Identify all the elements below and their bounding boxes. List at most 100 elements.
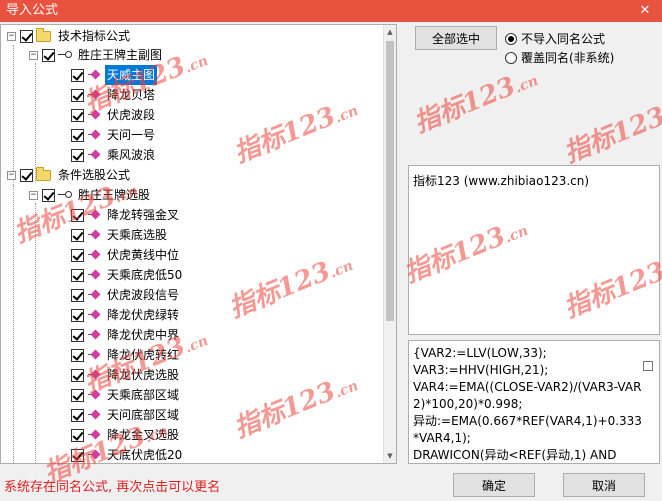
- tree-subgroup-label: 胜庄王牌选股: [78, 188, 151, 202]
- title-bar: 导入公式 ✕: [0, 0, 662, 22]
- tree-item[interactable]: 降龙转强金叉: [71, 205, 181, 225]
- item-checkbox[interactable]: [71, 128, 84, 142]
- description-text: 指标123 (www.zhibiao123.cn): [413, 174, 590, 188]
- tree-item[interactable]: 降龙伏虎选股: [71, 365, 181, 385]
- radio-overwrite-same-name[interactable]: [505, 51, 517, 64]
- tree-group-label: 技术指标公式: [58, 29, 131, 43]
- formula-tree[interactable]: − 技术指标公式 − 胜庄王牌主副图 天威主图 降龙贝塔 伏虎波段 天问一号 乘…: [0, 24, 397, 464]
- key-icon: [58, 190, 72, 200]
- folder-icon: [36, 27, 51, 42]
- tree-item[interactable]: 伏虎黄线中位: [71, 245, 181, 265]
- tree-item[interactable]: 乘风波浪: [71, 145, 157, 165]
- item-checkbox[interactable]: [71, 288, 84, 302]
- select-all-button[interactable]: 全部选中: [415, 26, 497, 50]
- formula-icon: [87, 309, 101, 321]
- scroll-thumb[interactable]: [386, 41, 394, 321]
- item-checkbox[interactable]: [71, 88, 84, 102]
- tree-item[interactable]: 降龙金叉选股: [71, 425, 181, 445]
- item-checkbox[interactable]: [71, 268, 84, 282]
- collapse-toggle-icon[interactable]: −: [29, 190, 38, 200]
- description-box: 指标123 (www.zhibiao123.cn): [408, 165, 660, 335]
- item-checkbox[interactable]: [71, 368, 84, 382]
- formula-icon: [87, 269, 101, 281]
- item-checkbox[interactable]: [71, 388, 84, 402]
- tree-connector: [13, 45, 14, 185]
- item-checkbox[interactable]: [71, 208, 84, 222]
- formula-icon: [87, 449, 101, 461]
- tree-item-label: 降龙伏虎转红: [107, 348, 180, 362]
- item-checkbox[interactable]: [71, 328, 84, 342]
- tree-item[interactable]: 伏虎波段信号: [71, 285, 181, 305]
- tree-item[interactable]: 天威主图: [71, 65, 158, 85]
- scroll-down-icon[interactable]: ▼: [384, 449, 396, 463]
- tree-item[interactable]: 天乘底虎低50: [71, 265, 184, 285]
- item-checkbox[interactable]: [71, 148, 84, 162]
- formula-code-box[interactable]: {VAR2:=LLV(LOW,33); VAR3:=HHV(HIGH,21); …: [408, 340, 660, 464]
- close-icon: ✕: [639, 3, 651, 18]
- collapse-toggle-icon[interactable]: −: [7, 170, 16, 180]
- formula-icon: [87, 89, 101, 101]
- item-checkbox[interactable]: [71, 448, 84, 462]
- tree-group-screening[interactable]: − 条件选股公式: [7, 165, 132, 185]
- item-checkbox[interactable]: [71, 408, 84, 422]
- option-skip-same-name[interactable]: 不导入同名公式: [505, 30, 605, 47]
- folder-icon: [36, 166, 51, 181]
- formula-icon: [87, 389, 101, 401]
- window-title: 导入公式: [6, 3, 59, 18]
- tree-item-label: 天底伏虎低20: [107, 448, 183, 462]
- item-checkbox[interactable]: [71, 68, 84, 82]
- ok-button[interactable]: 确定: [453, 473, 535, 497]
- tree-item-label: 降龙金叉选股: [107, 428, 180, 442]
- formula-icon: [87, 249, 101, 261]
- subgroup-checkbox[interactable]: [42, 188, 55, 202]
- tree-item[interactable]: 降龙贝塔: [71, 85, 157, 105]
- cancel-button[interactable]: 取消: [563, 473, 645, 497]
- tree-item[interactable]: 天乘底部区域: [71, 385, 181, 405]
- tree-item-label: 天问底部区域: [107, 408, 180, 422]
- tree-item[interactable]: 伏虎波段: [71, 105, 157, 125]
- tree-item-label: 降龙伏虎选股: [107, 368, 180, 382]
- tree-item-label: 降龙伏虎中界: [107, 328, 180, 342]
- tree-item[interactable]: 降龙伏虎绿转: [71, 305, 181, 325]
- tree-subgroup-main-chart[interactable]: − 胜庄王牌主副图: [29, 45, 164, 65]
- formula-icon: [87, 109, 101, 121]
- formula-icon: [87, 349, 101, 361]
- item-checkbox[interactable]: [71, 248, 84, 262]
- tree-item[interactable]: 天问一号: [71, 125, 157, 145]
- code-scroll-indicator[interactable]: [643, 361, 653, 371]
- tree-item-label: 降龙伏虎绿转: [107, 308, 180, 322]
- tree-item[interactable]: 降龙伏虎中界: [71, 325, 181, 345]
- formula-icon: [87, 229, 101, 241]
- tree-item[interactable]: 天问底部区域: [71, 405, 181, 425]
- option-label: 覆盖同名(非系统): [521, 51, 615, 65]
- item-checkbox[interactable]: [71, 308, 84, 322]
- collapse-toggle-icon[interactable]: −: [29, 50, 38, 60]
- tree-item[interactable]: 天乘底选股: [71, 225, 169, 245]
- scroll-up-icon[interactable]: ▲: [384, 25, 396, 39]
- subgroup-checkbox[interactable]: [42, 48, 55, 62]
- item-checkbox[interactable]: [71, 428, 84, 442]
- item-checkbox[interactable]: [71, 348, 84, 362]
- tree-item-label: 降龙贝塔: [107, 88, 156, 102]
- tree-group-label: 条件选股公式: [58, 168, 131, 182]
- formula-icon: [87, 329, 101, 341]
- tree-item[interactable]: 天底伏虎低20: [71, 445, 184, 463]
- code-line: VAR4:=EMA((CLOSE-VAR2)/(VAR3-VAR2)*100,2…: [413, 380, 642, 411]
- code-line: 异动:=EMA(0.667*REF(VAR4,1)+0.333*VAR4,1);: [413, 414, 642, 445]
- tree-scrollbar[interactable]: ▲ ▼: [383, 25, 396, 463]
- group-checkbox[interactable]: [20, 168, 33, 182]
- tree-item[interactable]: 降龙伏虎转红: [71, 345, 181, 365]
- option-overwrite-same-name[interactable]: 覆盖同名(非系统): [505, 49, 614, 66]
- item-checkbox[interactable]: [71, 108, 84, 122]
- tree-group-technical[interactable]: − 技术指标公式: [7, 26, 132, 46]
- collapse-toggle-icon[interactable]: −: [7, 31, 16, 41]
- group-checkbox[interactable]: [20, 29, 33, 43]
- key-icon: [58, 50, 72, 60]
- item-checkbox[interactable]: [71, 228, 84, 242]
- radio-skip-same-name[interactable]: [505, 32, 517, 45]
- formula-icon: [87, 149, 101, 161]
- status-message: 系统存在同名公式, 再次点击可以更名: [4, 480, 221, 495]
- close-button[interactable]: ✕: [628, 0, 662, 22]
- formula-icon: [87, 429, 101, 441]
- tree-subgroup-screening[interactable]: − 胜庄王牌选股: [29, 185, 152, 205]
